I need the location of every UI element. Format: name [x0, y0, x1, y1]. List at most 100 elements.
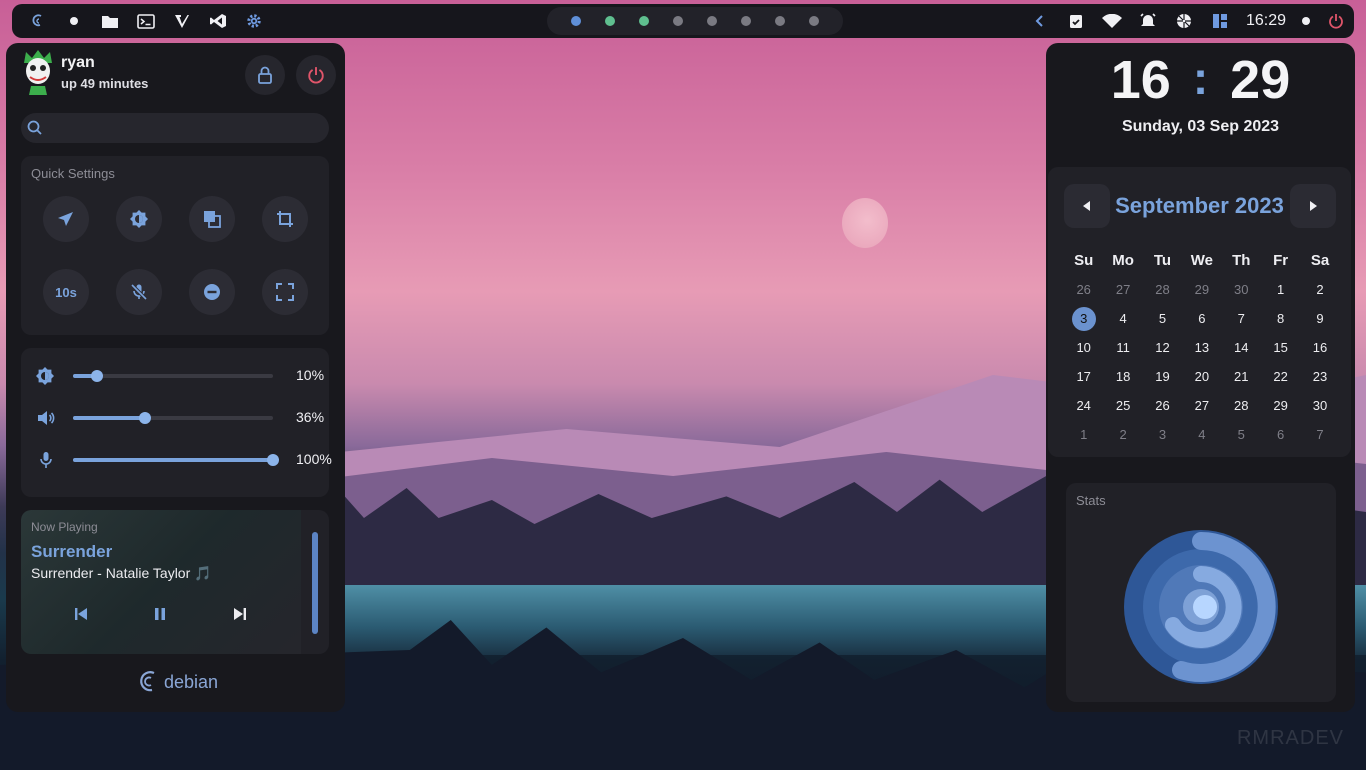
- avatar: [20, 49, 56, 95]
- power-icon[interactable]: [1318, 6, 1354, 36]
- layout-icon[interactable]: [1202, 6, 1238, 36]
- clipboard-check-icon[interactable]: [1058, 6, 1094, 36]
- airplane-mode-button[interactable]: [43, 196, 89, 242]
- calendar-day[interactable]: 29: [1261, 391, 1300, 420]
- workspace-1-dot[interactable]: [571, 16, 581, 26]
- track-progress-bar[interactable]: [312, 532, 318, 634]
- calendar-day[interactable]: 25: [1103, 391, 1142, 420]
- calendar-day[interactable]: 7: [1300, 420, 1339, 449]
- calendar-day[interactable]: 20: [1182, 362, 1221, 391]
- calendar-day[interactable]: 16: [1300, 333, 1339, 362]
- microphone-slider[interactable]: [73, 454, 279, 466]
- calendar-day[interactable]: 1: [1261, 275, 1300, 304]
- workspace-6-dot[interactable]: [741, 16, 751, 26]
- calendar-day[interactable]: 1: [1064, 420, 1103, 449]
- calendar-day[interactable]: 29: [1182, 275, 1221, 304]
- next-button[interactable]: [230, 604, 250, 624]
- wifi-icon[interactable]: [1094, 6, 1130, 36]
- gear-icon[interactable]: [236, 6, 272, 36]
- calendar-day[interactable]: 15: [1261, 333, 1300, 362]
- workspace-2-dot[interactable]: [605, 16, 615, 26]
- power-button[interactable]: [296, 55, 336, 95]
- calendar-day[interactable]: 28: [1222, 391, 1261, 420]
- notification-dot-icon[interactable]: [1294, 6, 1318, 36]
- topbar-clock[interactable]: 16:29: [1238, 12, 1294, 30]
- calendar-day[interactable]: 21: [1222, 362, 1261, 391]
- night-light-button[interactable]: [116, 196, 162, 242]
- weekday-header: We: [1190, 252, 1213, 269]
- debian-logo-icon[interactable]: [20, 6, 56, 36]
- timer-screenshot-button[interactable]: 10s: [43, 269, 89, 315]
- workspace-4-dot[interactable]: [673, 16, 683, 26]
- next-month-button[interactable]: [1290, 184, 1336, 228]
- calendar-day[interactable]: 30: [1222, 275, 1261, 304]
- brightness-knob[interactable]: [91, 370, 103, 382]
- weekday-header: Tu: [1153, 252, 1172, 269]
- calendar-day[interactable]: 19: [1143, 362, 1182, 391]
- folder-icon[interactable]: [92, 6, 128, 36]
- calendar-day[interactable]: 27: [1103, 275, 1142, 304]
- control-center-panel: ryan up 49 minutes Quick Settings 10s 10…: [6, 43, 345, 712]
- calendar-day[interactable]: 4: [1103, 304, 1142, 333]
- lock-button[interactable]: [245, 55, 285, 95]
- volume-knob[interactable]: [139, 412, 151, 424]
- calendar-day[interactable]: 3: [1143, 420, 1182, 449]
- workspace-5-dot[interactable]: [707, 16, 717, 26]
- volume-slider[interactable]: [73, 412, 273, 424]
- vim-icon[interactable]: [164, 6, 200, 36]
- calendar-day-today[interactable]: 3: [1064, 304, 1103, 333]
- calendar-day[interactable]: 26: [1064, 275, 1103, 304]
- calendar-day[interactable]: 18: [1103, 362, 1142, 391]
- calendar-day[interactable]: 14: [1222, 333, 1261, 362]
- calendar-day[interactable]: 13: [1182, 333, 1221, 362]
- calendar-day[interactable]: 27: [1182, 391, 1221, 420]
- calendar-day[interactable]: 17: [1064, 362, 1103, 391]
- calendar-day[interactable]: 24: [1064, 391, 1103, 420]
- username: ryan: [61, 54, 95, 71]
- dot-icon[interactable]: [56, 6, 92, 36]
- do-not-disturb-button[interactable]: [189, 269, 235, 315]
- workspace-3-dot[interactable]: [639, 16, 649, 26]
- calendar-day[interactable]: 6: [1261, 420, 1300, 449]
- clock-hour: 16: [1110, 50, 1171, 110]
- day-number: 12: [1155, 340, 1170, 355]
- pause-button[interactable]: [150, 604, 170, 624]
- calendar-day[interactable]: 28: [1143, 275, 1182, 304]
- alarm-icon[interactable]: [1130, 6, 1166, 36]
- vscode-icon[interactable]: [200, 6, 236, 36]
- brightness-slider[interactable]: [73, 370, 273, 382]
- calendar-day[interactable]: 23: [1300, 362, 1339, 391]
- calendar-day[interactable]: 4: [1182, 420, 1221, 449]
- mic-mute-button[interactable]: [116, 269, 162, 315]
- workspace-7-dot[interactable]: [775, 16, 785, 26]
- terminal-icon[interactable]: [128, 6, 164, 36]
- clock-separator: :: [1192, 52, 1209, 104]
- calendar-day[interactable]: 7: [1222, 304, 1261, 333]
- calendar-day[interactable]: 22: [1261, 362, 1300, 391]
- calendar-day[interactable]: 5: [1143, 304, 1182, 333]
- day-number: 3: [1158, 427, 1167, 442]
- search-input[interactable]: [21, 113, 329, 143]
- calendar-day[interactable]: 11: [1103, 333, 1142, 362]
- calendar-grid: Su Mo Tu We Th Fr Sa 26 27 28 29 30 1 2 3 4 5 6 7 8 9 10 11 12 1…: [1064, 247, 1340, 449]
- skip-next-icon: [234, 608, 246, 620]
- shutter-icon[interactable]: [1166, 6, 1202, 36]
- calendar-day[interactable]: 8: [1261, 304, 1300, 333]
- calendar-day[interactable]: 10: [1064, 333, 1103, 362]
- previous-button[interactable]: [71, 604, 91, 624]
- microphone-knob[interactable]: [267, 454, 279, 466]
- calendar-day[interactable]: 12: [1143, 333, 1182, 362]
- calendar-day[interactable]: 2: [1103, 420, 1142, 449]
- workspace-8-dot[interactable]: [809, 16, 819, 26]
- screenshot-window-button[interactable]: [189, 196, 235, 242]
- calendar-day[interactable]: 5: [1222, 420, 1261, 449]
- chevron-left-icon[interactable]: [1022, 6, 1058, 36]
- calendar-day[interactable]: 30: [1300, 391, 1339, 420]
- calendar-day[interactable]: 26: [1143, 391, 1182, 420]
- fullscreen-screenshot-button[interactable]: [262, 269, 308, 315]
- screenshot-region-button[interactable]: [262, 196, 308, 242]
- volume-icon: [38, 411, 55, 425]
- calendar-day[interactable]: 6: [1182, 304, 1221, 333]
- calendar-day[interactable]: 9: [1300, 304, 1339, 333]
- calendar-day[interactable]: 2: [1300, 275, 1339, 304]
